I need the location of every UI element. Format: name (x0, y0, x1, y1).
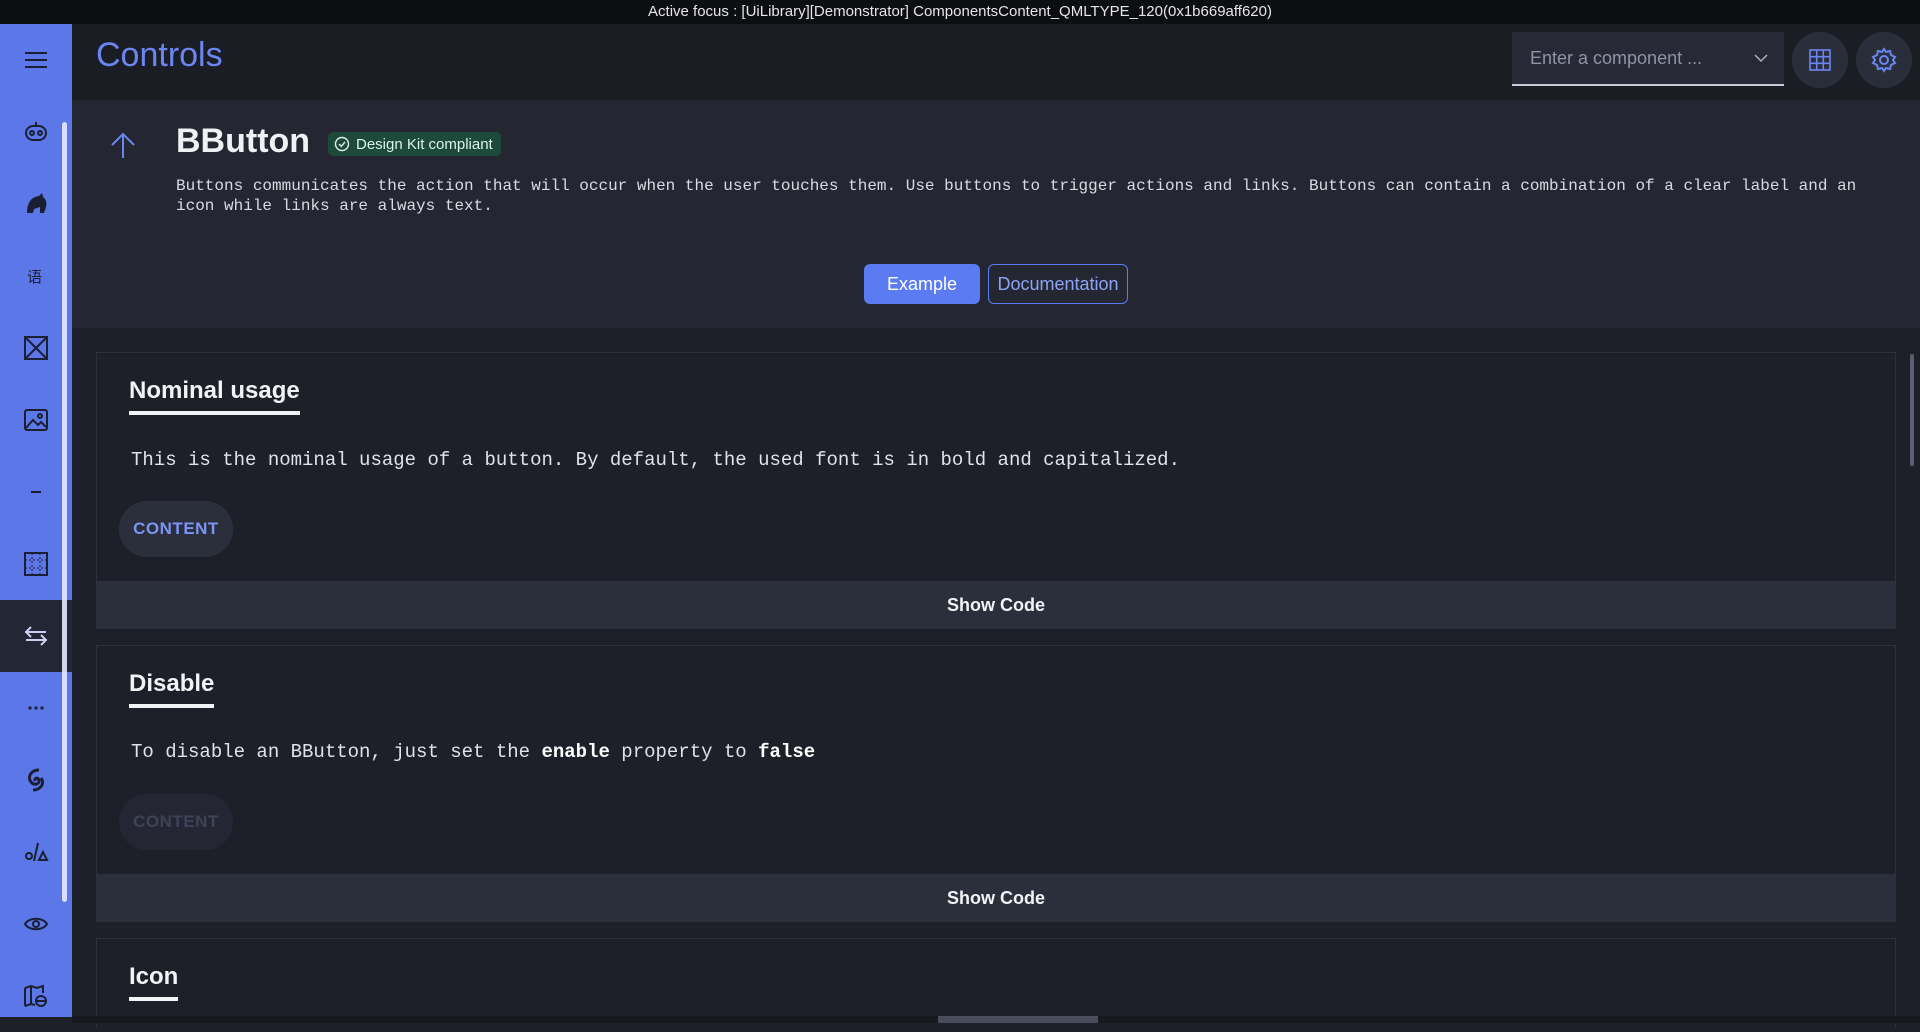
content-button[interactable]: CONTENT (119, 501, 233, 557)
window-title-bar: Active focus : [UiLibrary][Demonstrator]… (0, 0, 1920, 24)
section-title: Disable (129, 670, 215, 708)
app-header: Controls (72, 24, 1920, 100)
section-disable: Disable To disable an BButton, just set … (96, 645, 1896, 922)
compliance-badge: Design Kit compliant (328, 132, 501, 156)
content-scrollbar[interactable] (1910, 354, 1914, 466)
text-fragment: property to (609, 741, 759, 763)
menu-icon[interactable] (0, 24, 72, 96)
map-globe-icon[interactable] (0, 960, 72, 1032)
page-title: Controls (96, 36, 223, 74)
section-nominal-usage: Nominal usage This is the nominal usage … (96, 352, 1896, 629)
component-description: Buttons communicates the action that wil… (176, 177, 1857, 215)
grid-view-button[interactable] (1792, 32, 1848, 88)
component-search-combobox[interactable] (1512, 32, 1784, 86)
section-title: Icon (129, 963, 179, 1001)
sidebar-scrollbar[interactable] (62, 122, 67, 902)
svg-text:语: 语 (27, 268, 42, 286)
tab-example[interactable]: Example (864, 264, 980, 304)
section-title: Nominal usage (129, 377, 300, 415)
text-bold-false: false (758, 741, 816, 763)
sidebar: 语 (0, 24, 72, 1017)
section-description: This is the nominal usage of a button. B… (131, 449, 1180, 471)
horizontal-scrollbar-thumb[interactable] (938, 1016, 1098, 1023)
gear-icon (1871, 47, 1897, 73)
check-circle-icon (334, 136, 350, 152)
show-code-button[interactable]: Show Code (97, 874, 1895, 922)
badge-label: Design Kit compliant (356, 135, 493, 153)
section-description: To disable an BButton, just set the enab… (131, 741, 815, 763)
text-fragment: To disable an BButton, just set the (131, 741, 542, 763)
component-header: BButton Design Kit compliant Buttons com… (72, 100, 1920, 328)
back-button[interactable] (108, 130, 138, 165)
settings-button[interactable] (1856, 32, 1912, 88)
section-icon: Icon (96, 938, 1896, 1028)
search-input[interactable] (1528, 46, 1742, 70)
tab-documentation[interactable]: Documentation (988, 264, 1128, 304)
text-bold-enable: enable (541, 741, 610, 763)
arrow-up-icon (111, 132, 135, 158)
grid-icon (1809, 49, 1831, 71)
show-code-button[interactable]: Show Code (97, 581, 1895, 629)
chevron-down-icon[interactable] (1754, 53, 1768, 63)
content-button-disabled: CONTENT (119, 794, 233, 850)
component-title: BButton (176, 122, 311, 160)
